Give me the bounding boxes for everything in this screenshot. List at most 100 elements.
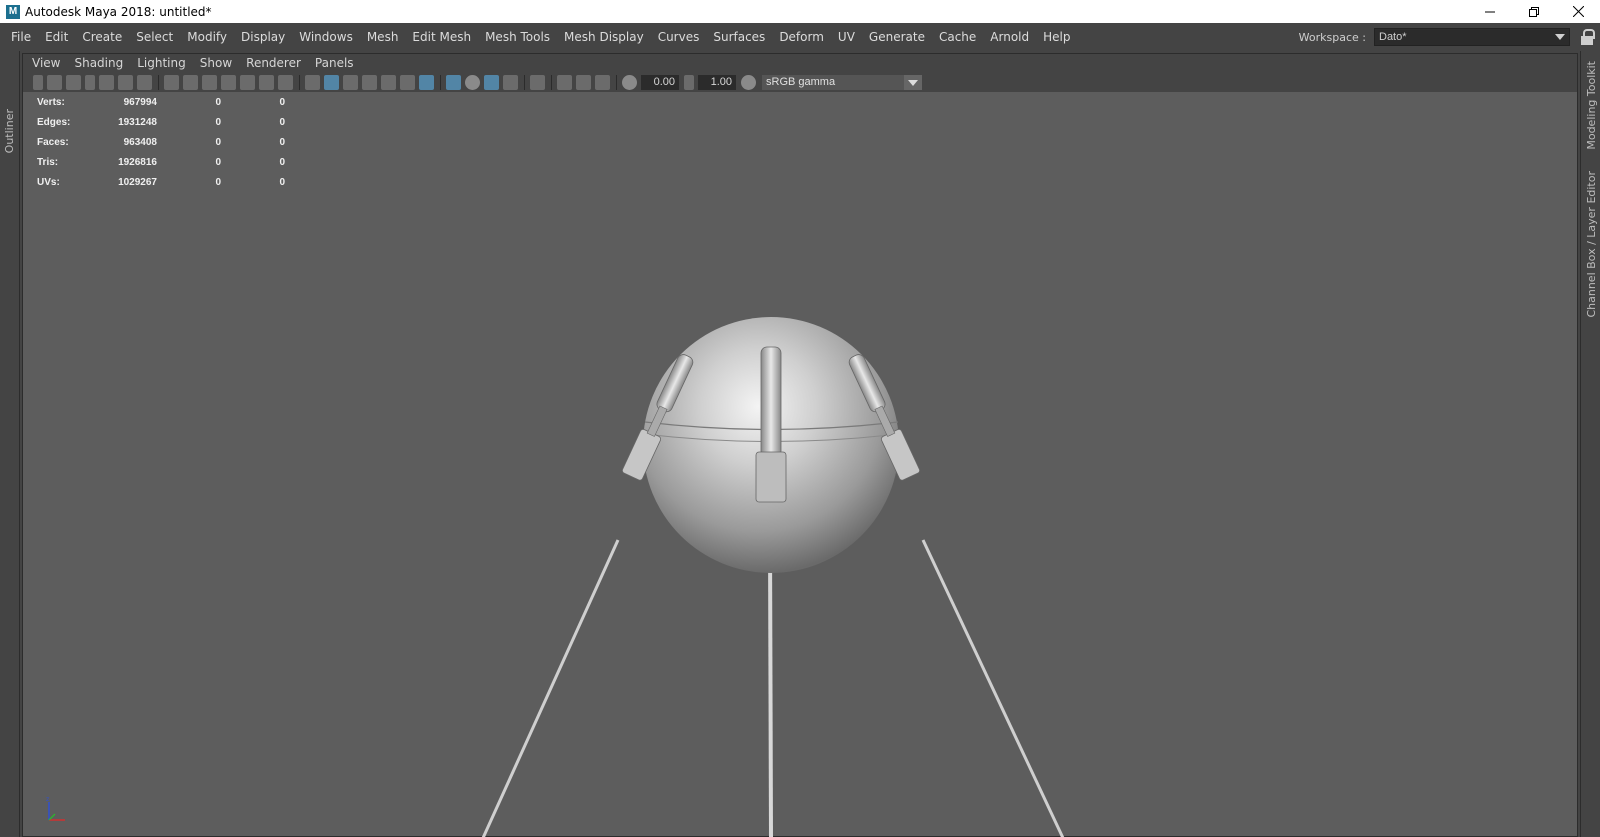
hud-value: 0 xyxy=(215,116,221,128)
wireframe-icon[interactable] xyxy=(305,74,320,90)
exposure-icon[interactable] xyxy=(622,74,637,90)
menu-create[interactable]: Create xyxy=(75,30,129,44)
xray-active-icon[interactable] xyxy=(576,74,591,90)
menu-select[interactable]: Select xyxy=(129,30,180,44)
hud-value: 0 xyxy=(279,116,285,128)
outliner-tab[interactable]: Outliner xyxy=(3,109,16,153)
lighting-icon[interactable] xyxy=(400,74,415,90)
hud-value: 0 xyxy=(279,96,285,108)
gamma-field[interactable]: 1.00 xyxy=(698,74,736,90)
workspace-value: Dato* xyxy=(1379,31,1407,43)
paint-icon[interactable] xyxy=(137,74,152,90)
menu-windows[interactable]: Windows xyxy=(292,30,360,44)
menu-uv[interactable]: UV xyxy=(831,30,862,44)
menu-curves[interactable]: Curves xyxy=(651,30,707,44)
menu-cache[interactable]: Cache xyxy=(932,30,983,44)
anti-aliasing-icon[interactable] xyxy=(484,74,499,90)
toolbar-divider xyxy=(440,74,441,90)
left-side-strip: Outliner xyxy=(0,51,20,837)
field-chart-icon[interactable] xyxy=(240,74,255,90)
menu-surfaces[interactable]: Surfaces xyxy=(706,30,772,44)
toolbar-divider xyxy=(551,74,552,90)
hud-value: 967994 xyxy=(123,96,157,108)
panel-menu-bar: View Shading Lighting Show Renderer Panels xyxy=(23,54,1577,72)
textured-icon[interactable] xyxy=(381,74,396,90)
xray-icon[interactable] xyxy=(362,74,377,90)
camera-select-icon[interactable] xyxy=(33,74,43,90)
menu-help[interactable]: Help xyxy=(1036,30,1077,44)
hud-label: UVs: xyxy=(37,176,60,188)
minimize-icon[interactable] xyxy=(1468,0,1512,23)
panel-menu-view[interactable]: View xyxy=(23,56,67,70)
wireframe-on-shaded-icon[interactable] xyxy=(343,74,358,90)
window-title: Autodesk Maya 2018: untitled* xyxy=(25,4,212,19)
menu-arnold[interactable]: Arnold xyxy=(983,30,1036,44)
menu-deform[interactable]: Deform xyxy=(772,30,831,44)
motion-blur-icon[interactable] xyxy=(465,74,480,90)
menu-mesh-display[interactable]: Mesh Display xyxy=(557,30,651,44)
viewport-scene[interactable] xyxy=(23,92,1579,837)
antenna-right xyxy=(921,539,1065,837)
smooth-shade-icon[interactable] xyxy=(324,74,339,90)
toolbar-divider xyxy=(158,74,159,90)
safe-action-icon[interactable] xyxy=(259,74,274,90)
menu-modify[interactable]: Modify xyxy=(180,30,234,44)
menu-mesh-tools[interactable]: Mesh Tools xyxy=(478,30,557,44)
hud-value: 1029267 xyxy=(118,176,157,188)
panel-toolbar: 0.00 1.00 sRGB gamma xyxy=(23,72,1577,92)
isolate-select-icon[interactable] xyxy=(530,74,545,90)
hud-value: 0 xyxy=(215,156,221,168)
chevron-down-icon xyxy=(904,74,922,90)
exposure-field[interactable]: 0.00 xyxy=(641,74,679,90)
hud-value: 1926816 xyxy=(118,156,157,168)
color-management-icon[interactable] xyxy=(741,74,756,90)
viewport-panel[interactable]: View Shading Lighting Show Renderer Panels xyxy=(22,53,1578,837)
ambient-occlusion-icon[interactable] xyxy=(446,74,461,90)
panel-menu-renderer[interactable]: Renderer xyxy=(239,56,308,70)
axis-gizmo-icon: z xyxy=(46,796,65,821)
menu-file[interactable]: File xyxy=(0,30,38,44)
depth-of-field-icon[interactable] xyxy=(503,74,518,90)
shadows-icon[interactable] xyxy=(419,74,434,90)
menu-mesh[interactable]: Mesh xyxy=(360,30,406,44)
menu-edit-mesh[interactable]: Edit Mesh xyxy=(405,30,478,44)
panel-menu-panels[interactable]: Panels xyxy=(308,56,361,70)
workspace-dropdown[interactable]: Dato* xyxy=(1374,28,1570,46)
menu-display[interactable]: Display xyxy=(234,30,292,44)
xray-joints-icon[interactable] xyxy=(557,74,572,90)
channel-box-tab[interactable]: Channel Box / Layer Editor xyxy=(1585,171,1598,318)
antenna-left xyxy=(481,539,620,837)
safe-title-icon[interactable] xyxy=(278,74,293,90)
satellite-model[interactable] xyxy=(481,317,1065,837)
resolution-gate-icon[interactable] xyxy=(202,74,217,90)
grease-pencil-icon[interactable] xyxy=(99,74,114,90)
bookmark-icon[interactable] xyxy=(66,74,81,90)
menu-generate[interactable]: Generate xyxy=(862,30,932,44)
maya-logo-icon: M xyxy=(6,4,20,19)
hud-row: UVs: 1029267 0 0 xyxy=(37,172,285,192)
view-transform-value: sRGB gamma xyxy=(766,75,836,88)
menu-edit[interactable]: Edit xyxy=(38,30,75,44)
workspace-label: Workspace : xyxy=(1298,30,1366,44)
gamma-icon[interactable] xyxy=(684,74,694,90)
image-plane-icon[interactable] xyxy=(85,74,95,90)
camera-attributes-icon[interactable] xyxy=(47,74,62,90)
modeling-toolkit-tab[interactable]: Modeling Toolkit xyxy=(1585,61,1598,150)
panel-menu-shading[interactable]: Shading xyxy=(67,56,130,70)
svg-text:z: z xyxy=(46,796,49,803)
panel-menu-show[interactable]: Show xyxy=(193,56,239,70)
grid-icon[interactable] xyxy=(164,74,179,90)
hud-value: 0 xyxy=(215,96,221,108)
hud-value: 0 xyxy=(279,176,285,188)
panel-menu-lighting[interactable]: Lighting xyxy=(130,56,193,70)
backface-culling-icon[interactable] xyxy=(595,74,610,90)
lock-icon[interactable] xyxy=(1580,29,1595,45)
gate-mask-icon[interactable] xyxy=(221,74,236,90)
hud-row: Tris: 1926816 0 0 xyxy=(37,152,285,172)
right-side-strip: Modeling Toolkit Channel Box / Layer Edi… xyxy=(1580,51,1600,837)
two-d-pan-icon[interactable] xyxy=(118,74,133,90)
view-transform-dropdown[interactable]: sRGB gamma xyxy=(762,74,922,90)
close-icon[interactable] xyxy=(1556,0,1600,23)
film-gate-icon[interactable] xyxy=(183,74,198,90)
restore-icon[interactable] xyxy=(1512,0,1556,23)
